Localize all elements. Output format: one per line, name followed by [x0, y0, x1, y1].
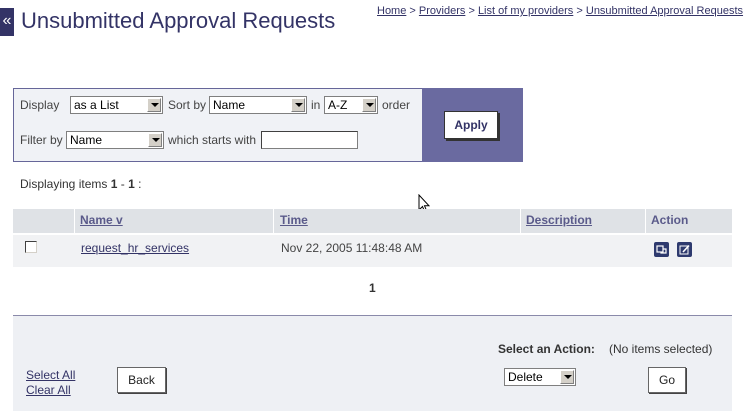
chevron-down-icon — [147, 98, 161, 112]
bulk-action-panel — [13, 315, 732, 411]
row-time: Nov 22, 2005 11:48:48 AM — [281, 241, 423, 255]
column-divider — [520, 209, 521, 233]
select-action-label: Select an Action: — [498, 342, 595, 356]
chevron-down-icon — [560, 370, 574, 384]
summary-range-sep: - — [117, 177, 129, 191]
page-title: Unsubmitted Approval Requests — [21, 8, 336, 33]
chevron-down-icon — [291, 98, 305, 112]
breadcrumb-separator: > — [468, 5, 475, 17]
filter-by-label: Filter by — [20, 133, 63, 147]
column-divider — [74, 209, 75, 233]
breadcrumb-my-providers-link[interactable]: List of my providers — [478, 5, 573, 17]
order-select[interactable]: A-Z — [324, 96, 378, 114]
back-button[interactable]: Back — [117, 367, 166, 393]
filter-by-select-value: Name — [70, 133, 103, 147]
summary-range-end: 1 — [128, 177, 135, 191]
breadcrumb-home-link[interactable]: Home — [377, 5, 406, 17]
display-select[interactable]: as a List — [70, 96, 163, 114]
display-label: Display — [20, 98, 60, 112]
column-divider — [273, 209, 274, 233]
edit-icon[interactable] — [677, 242, 692, 257]
pagination-current-page: 1 — [369, 281, 376, 295]
order-label: order — [382, 98, 411, 112]
starts-with-input[interactable] — [261, 131, 358, 149]
breadcrumb-current-link[interactable]: Unsubmitted Approval Requests — [586, 5, 743, 17]
clear-all-link[interactable]: Clear All — [26, 383, 71, 397]
select-all-link[interactable]: Select All — [26, 368, 75, 382]
row-checkbox[interactable] — [25, 241, 37, 253]
order-select-value: A-Z — [328, 98, 348, 112]
in-label: in — [311, 98, 321, 112]
chevron-down-icon — [148, 133, 162, 147]
breadcrumb-providers-link[interactable]: Providers — [419, 5, 465, 17]
go-button[interactable]: Go — [648, 367, 686, 393]
sort-select[interactable]: Name — [209, 96, 307, 114]
collapse-nav-button[interactable]: « — [0, 8, 14, 36]
display-select-value: as a List — [74, 98, 119, 112]
row-name-link[interactable]: request_hr_services — [81, 241, 189, 255]
column-header-name[interactable]: Name v — [80, 213, 123, 227]
apply-button[interactable]: Apply — [444, 111, 498, 139]
summary-suffix: : — [134, 177, 142, 191]
sort-label: Sort by — [168, 98, 207, 112]
items-summary: Displaying items 1 - 1 : — [20, 177, 141, 191]
column-header-action: Action — [651, 213, 689, 227]
action-select-value: Delete — [508, 370, 543, 384]
action-select[interactable]: Delete — [504, 368, 576, 386]
breadcrumb-separator: > — [409, 5, 416, 17]
breadcrumb: Home > Providers > List of my providers … — [377, 5, 743, 17]
column-divider — [645, 209, 646, 233]
summary-prefix: Displaying items — [20, 177, 111, 191]
filter-by-select[interactable]: Name — [66, 131, 164, 149]
preview-icon[interactable] — [654, 242, 669, 257]
chevron-down-icon — [362, 98, 376, 112]
breadcrumb-separator: > — [576, 5, 583, 17]
sort-select-value: Name — [213, 98, 246, 112]
column-header-time[interactable]: Time — [280, 213, 308, 227]
starts-with-label: which starts with — [168, 133, 257, 147]
selection-status: (No items selected) — [609, 342, 713, 356]
column-header-description[interactable]: Description — [526, 213, 592, 227]
